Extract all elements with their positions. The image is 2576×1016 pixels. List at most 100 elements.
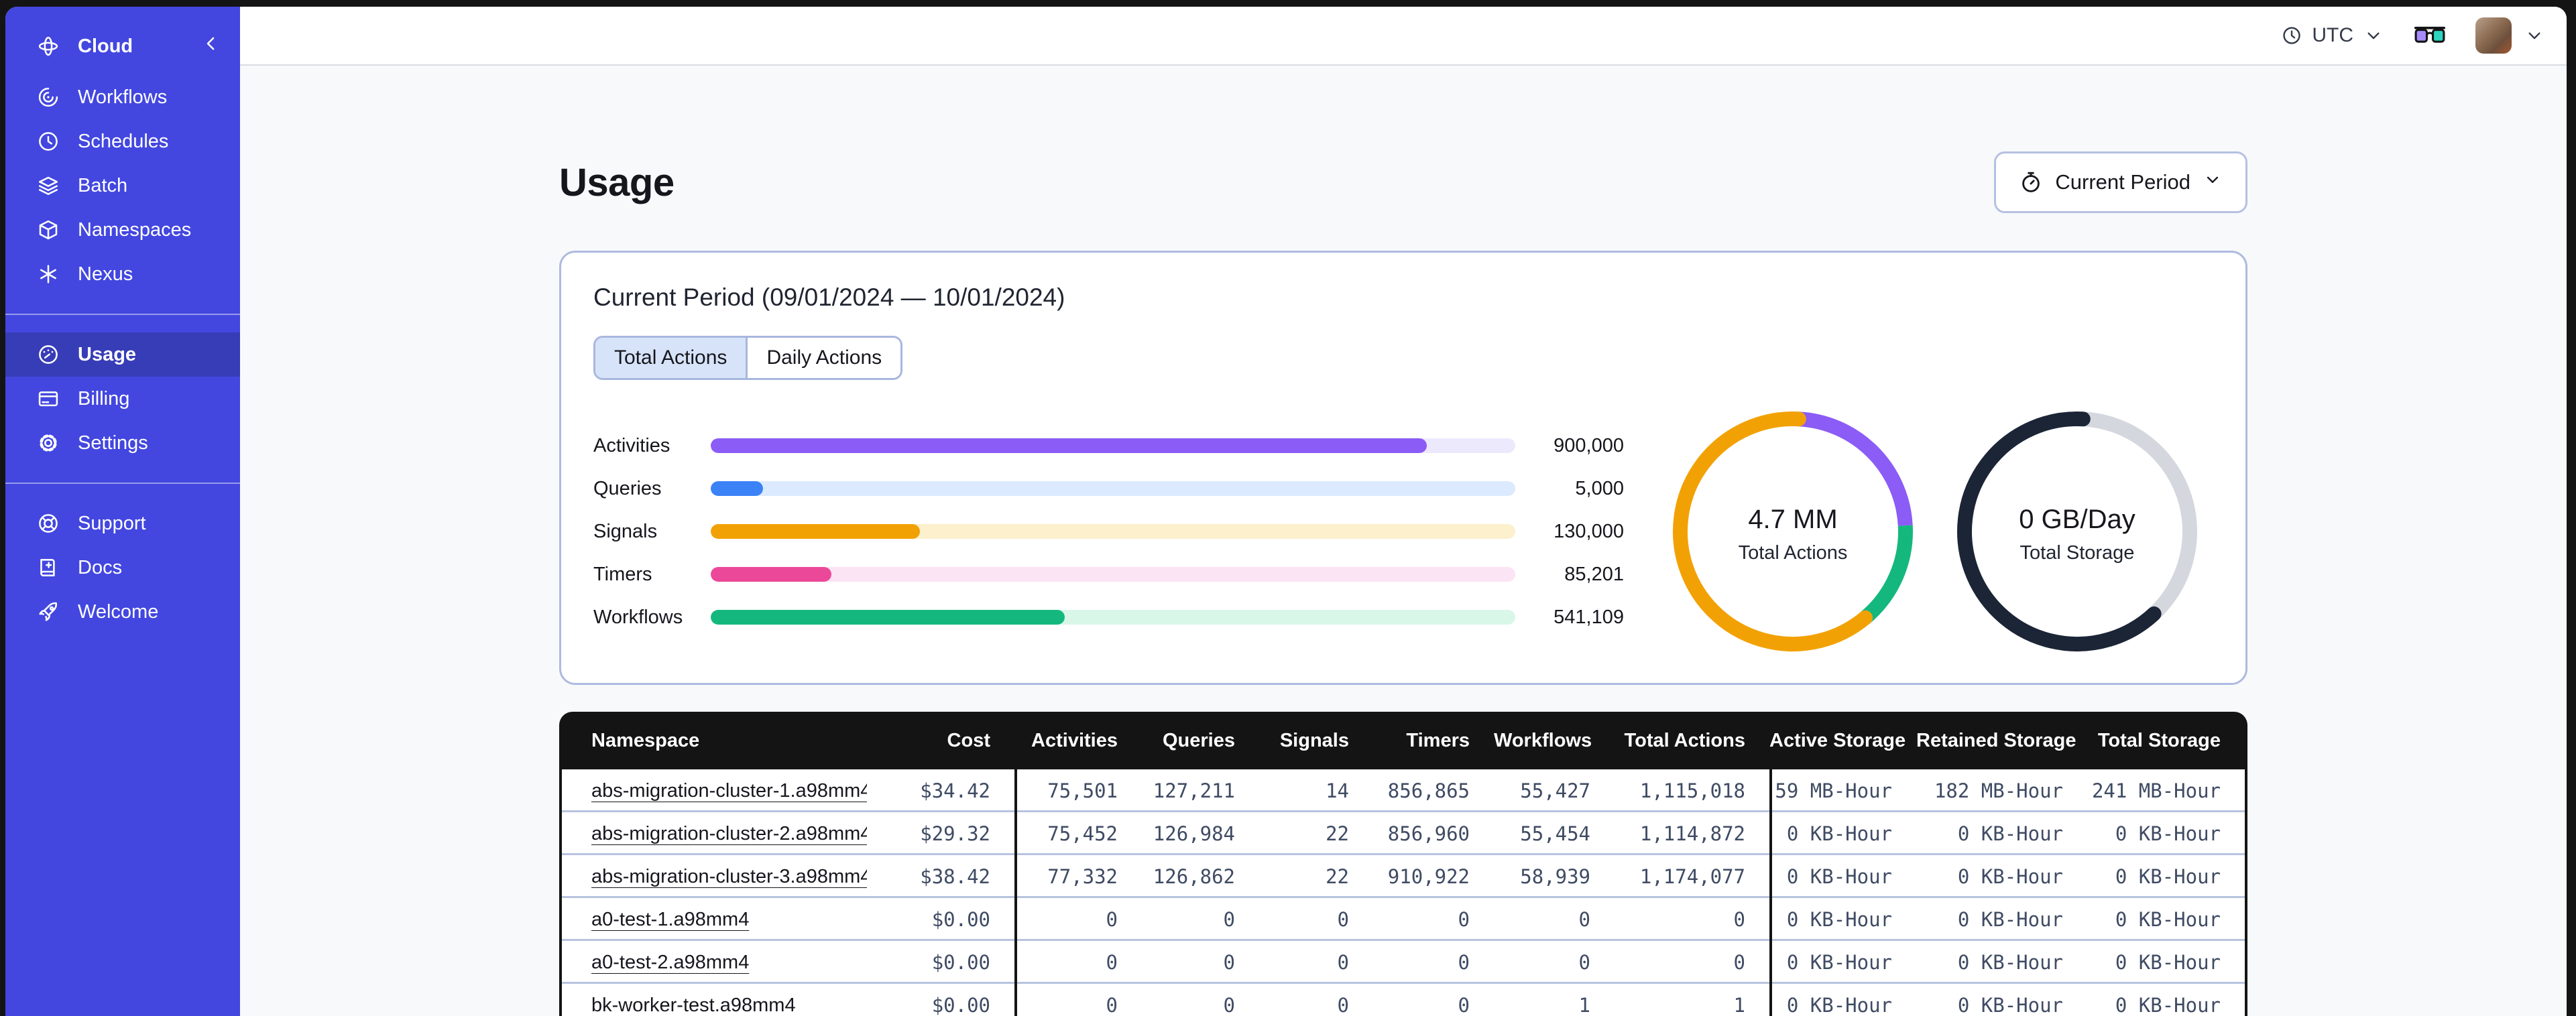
total-storage-donut: 0 GB/Day Total Storage bbox=[1956, 411, 2198, 652]
bar-value: 85,201 bbox=[1564, 563, 1624, 585]
timezone-picker[interactable]: UTC bbox=[2281, 24, 2384, 47]
actions-tab-group: Total Actions Daily Actions bbox=[593, 336, 903, 380]
sidebar-item-label: Batch bbox=[78, 174, 128, 196]
cell-active-storage: 0 KB-Hour bbox=[1769, 812, 1916, 855]
sidebar-item-label: Workflows bbox=[78, 86, 168, 108]
schedules-icon bbox=[36, 129, 60, 153]
cell-cost: $38.42 bbox=[920, 865, 990, 888]
card-title: Current Period (09/01/2024 — 10/01/2024) bbox=[593, 283, 1065, 311]
bar-label: Signals bbox=[593, 520, 658, 542]
sidebar-collapse-button[interactable] bbox=[201, 34, 221, 59]
period-button-label: Current Period bbox=[2055, 170, 2190, 194]
cell-total-storage: 0 KB-Hour bbox=[2115, 822, 2221, 845]
stopwatch-icon bbox=[2022, 172, 2040, 192]
clock-icon bbox=[2283, 27, 2301, 44]
table-row: abs-migration-cluster-3.a98mm4 $38.42 77,3… bbox=[562, 855, 2245, 898]
docs-icon bbox=[36, 556, 60, 580]
bar-track bbox=[711, 524, 1515, 539]
cell-cost: $29.32 bbox=[920, 822, 990, 845]
sidebar-sections: Workflows Schedules Batch Namespaces Nex… bbox=[5, 75, 240, 634]
support-icon bbox=[36, 511, 60, 535]
sidebar-item-label: Namespaces bbox=[78, 218, 192, 241]
cell-activities: 75,452 bbox=[1014, 812, 1142, 855]
page-title: Usage bbox=[559, 160, 675, 204]
sidebar-item-docs[interactable]: Docs bbox=[5, 546, 240, 590]
sidebar-item-batch[interactable]: Batch bbox=[5, 164, 240, 208]
cell-workflows: 0 bbox=[1578, 908, 1590, 931]
chevron-down-icon bbox=[2367, 32, 2380, 40]
content-area: Usage Current Period Current Period (09/… bbox=[240, 66, 2567, 1016]
sidebar-brand[interactable]: Cloud bbox=[5, 24, 240, 68]
cell-total-actions: 1 bbox=[1733, 994, 1745, 1016]
cell-total-actions: 0 bbox=[1733, 908, 1745, 931]
cell-total-storage: 241 MB-Hour bbox=[2091, 779, 2221, 802]
column-header-namespace: Namespace bbox=[591, 729, 700, 751]
sidebar-item-label: Usage bbox=[78, 343, 137, 365]
namespace-link[interactable]: bk-worker-test.a98mm4 bbox=[591, 995, 796, 1016]
sidebar-item-settings[interactable]: Settings bbox=[5, 421, 240, 465]
cell-queries: 126,984 bbox=[1153, 822, 1235, 845]
namespace-link[interactable]: a0-test-1.a98mm4 bbox=[591, 909, 749, 930]
cell-activities: 77,332 bbox=[1014, 855, 1142, 898]
sidebar-item-label: Support bbox=[78, 512, 146, 534]
bar-track bbox=[711, 438, 1515, 453]
bar-label: Activities bbox=[593, 434, 670, 456]
total-actions-donut: 4.7 MM Total Actions bbox=[1672, 411, 1914, 652]
cell-signals: 14 bbox=[1326, 779, 1349, 802]
title-row: Usage Current Period bbox=[559, 151, 2247, 213]
cell-signals: 22 bbox=[1326, 865, 1349, 888]
cell-signals: 0 bbox=[1337, 994, 1349, 1016]
sidebar-item-nexus[interactable]: Nexus bbox=[5, 252, 240, 296]
sidebar-item-usage[interactable]: Usage bbox=[5, 332, 240, 377]
tab-daily-actions[interactable]: Daily Actions bbox=[748, 338, 901, 378]
column-header-timers: Timers bbox=[1406, 729, 1470, 751]
cell-timers: 856,865 bbox=[1387, 779, 1470, 802]
welcome-icon bbox=[36, 600, 60, 624]
namespace-usage-table: Namespace Cost Activities Queries Signals Tim… bbox=[559, 712, 2247, 1016]
total-actions-value: 4.7 MM bbox=[1748, 505, 1838, 534]
tab-total-actions[interactable]: Total Actions bbox=[595, 338, 748, 378]
usage-bar-row: Activities 900,000 bbox=[593, 424, 1624, 467]
temporal-logo-icon bbox=[36, 34, 60, 58]
sidebar-item-schedules[interactable]: Schedules bbox=[5, 119, 240, 164]
cell-total-actions: 1,114,872 bbox=[1639, 822, 1745, 845]
namespace-link[interactable]: abs-migration-cluster-2.a98mm4 bbox=[591, 823, 867, 844]
profile-menu[interactable] bbox=[2475, 17, 2545, 54]
usage-visuals: Activities 900,000 Queries 5,000 Signals bbox=[593, 411, 2213, 652]
cell-activities: 0 bbox=[1014, 984, 1142, 1016]
period-selector-button[interactable]: Current Period bbox=[1994, 151, 2247, 213]
sidebar-item-workflows[interactable]: Workflows bbox=[5, 75, 240, 119]
billing-icon bbox=[36, 387, 60, 411]
namespace-link[interactable]: a0-test-2.a98mm4 bbox=[591, 952, 749, 973]
cell-retained-storage: 0 KB-Hour bbox=[1957, 994, 2063, 1016]
labs-toggle[interactable] bbox=[2414, 25, 2446, 46]
cell-signals: 0 bbox=[1337, 908, 1349, 931]
column-header-workflows: Workflows bbox=[1494, 729, 1592, 751]
cell-cost: $0.00 bbox=[931, 951, 990, 974]
sidebar-item-label: Billing bbox=[78, 387, 130, 409]
namespace-cell: bk-worker-test.a98mm4 bbox=[562, 995, 867, 1016]
column-header-retained-storage: Retained Storage bbox=[1916, 729, 2076, 751]
sidebar-item-support[interactable]: Support bbox=[5, 501, 240, 546]
sidebar-item-billing[interactable]: Billing bbox=[5, 377, 240, 421]
cell-workflows: 58,939 bbox=[1520, 865, 1590, 888]
sidebar-item-welcome[interactable]: Welcome bbox=[5, 590, 240, 634]
namespaces-icon bbox=[36, 218, 60, 242]
namespace-link[interactable]: abs-migration-cluster-1.a98mm4 bbox=[591, 780, 867, 802]
column-header-signals: Signals bbox=[1279, 729, 1349, 751]
cell-total-storage: 0 KB-Hour bbox=[2115, 865, 2221, 888]
cell-timers: 910,922 bbox=[1387, 865, 1470, 888]
cell-total-storage: 0 KB-Hour bbox=[2115, 951, 2221, 974]
sidebar-item-label: Welcome bbox=[78, 600, 159, 623]
namespace-link[interactable]: abs-migration-cluster-3.a98mm4 bbox=[591, 866, 867, 887]
sidebar-item-namespaces[interactable]: Namespaces bbox=[5, 208, 240, 252]
sidebar-item-label: Nexus bbox=[78, 263, 133, 285]
cell-total-actions: 1,174,077 bbox=[1639, 865, 1745, 888]
column-header-total-storage: Total Storage bbox=[2097, 729, 2221, 751]
usage-icon bbox=[36, 342, 60, 367]
bar-value: 541,109 bbox=[1554, 606, 1624, 628]
cell-workflows: 0 bbox=[1578, 951, 1590, 974]
workflows-icon bbox=[36, 85, 60, 109]
total-actions-label: Total Actions bbox=[1738, 542, 1848, 564]
cell-timers: 0 bbox=[1458, 951, 1470, 974]
